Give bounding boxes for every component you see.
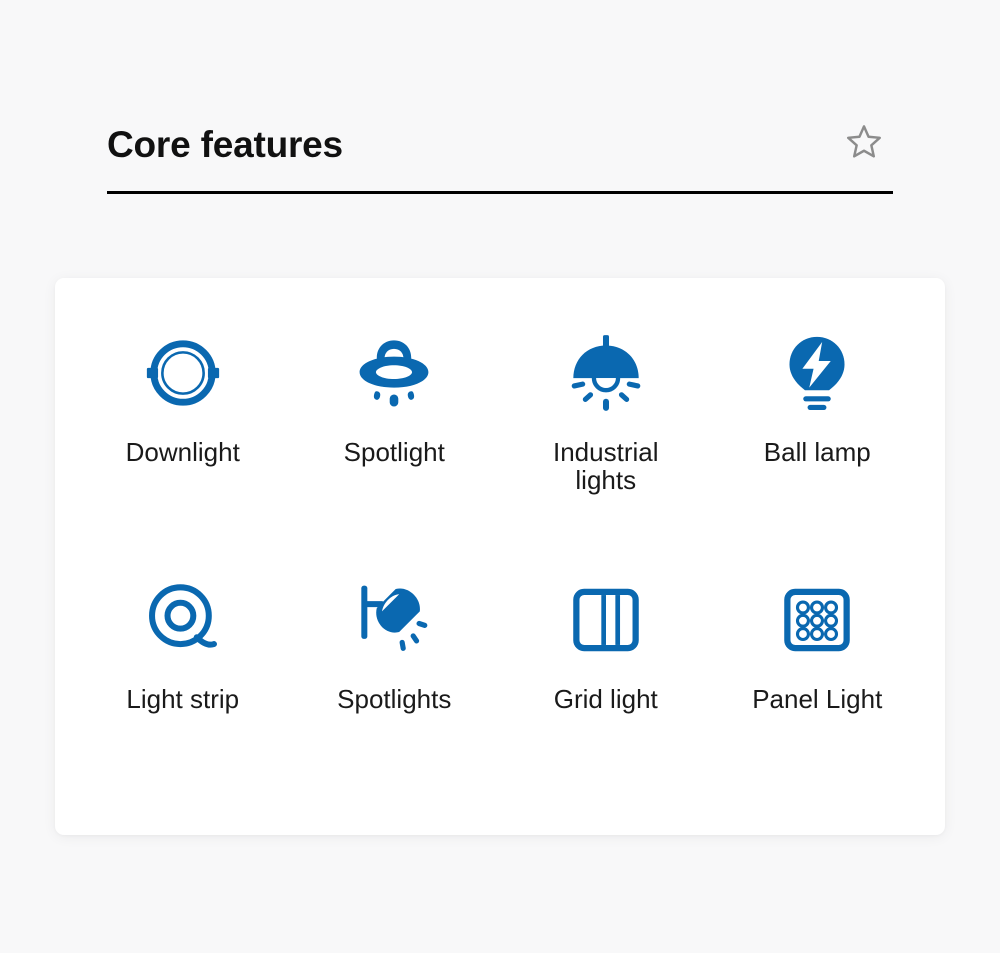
feature-tile-spotlight[interactable]: Spotlight [289,312,501,559]
light-strip-coil-icon [138,575,228,665]
feature-tile-ball-lamp[interactable]: Ball lamp [712,312,924,559]
panel-light-icon [772,575,862,665]
feature-label: Grid light [553,683,658,714]
header-row: Core features [107,103,893,185]
star-outline-icon [843,121,885,168]
spotlight-saucer-icon [349,328,439,418]
feature-label: Industrial lights [553,437,659,496]
feature-tile-industrial-lights[interactable]: Industrial lights [500,312,712,559]
page-header: Core features [107,103,893,201]
features-grid: Downlight Spotlight Industrial lights Ba… [77,312,923,805]
feature-label: Ball lamp [763,437,871,467]
downlight-icon [138,328,228,418]
feature-label: Downlight [125,437,240,467]
feature-label: Light strip [126,683,240,714]
page-title: Core features [107,123,343,165]
feature-tile-downlight[interactable]: Downlight [77,312,289,559]
industrial-pendant-lamp-icon [561,328,651,418]
favorite-button[interactable] [841,121,887,167]
wall-spotlight-icon [349,575,439,665]
feature-label: Spotlights [337,683,452,714]
feature-label: Panel Light [752,683,883,714]
feature-tile-panel-light[interactable]: Panel Light [712,559,924,806]
feature-label: Spotlight [343,437,445,467]
grid-light-icon [561,575,651,665]
feature-tile-light-strip[interactable]: Light strip [77,559,289,806]
page-root: Core features Downlight Spotlight Indust… [0,0,1000,953]
features-card: Downlight Spotlight Industrial lights Ba… [55,278,945,835]
ball-lamp-bolt-icon [772,328,862,418]
header-divider [107,191,893,194]
feature-tile-spotlights[interactable]: Spotlights [289,559,501,806]
feature-tile-grid-light[interactable]: Grid light [500,559,712,806]
